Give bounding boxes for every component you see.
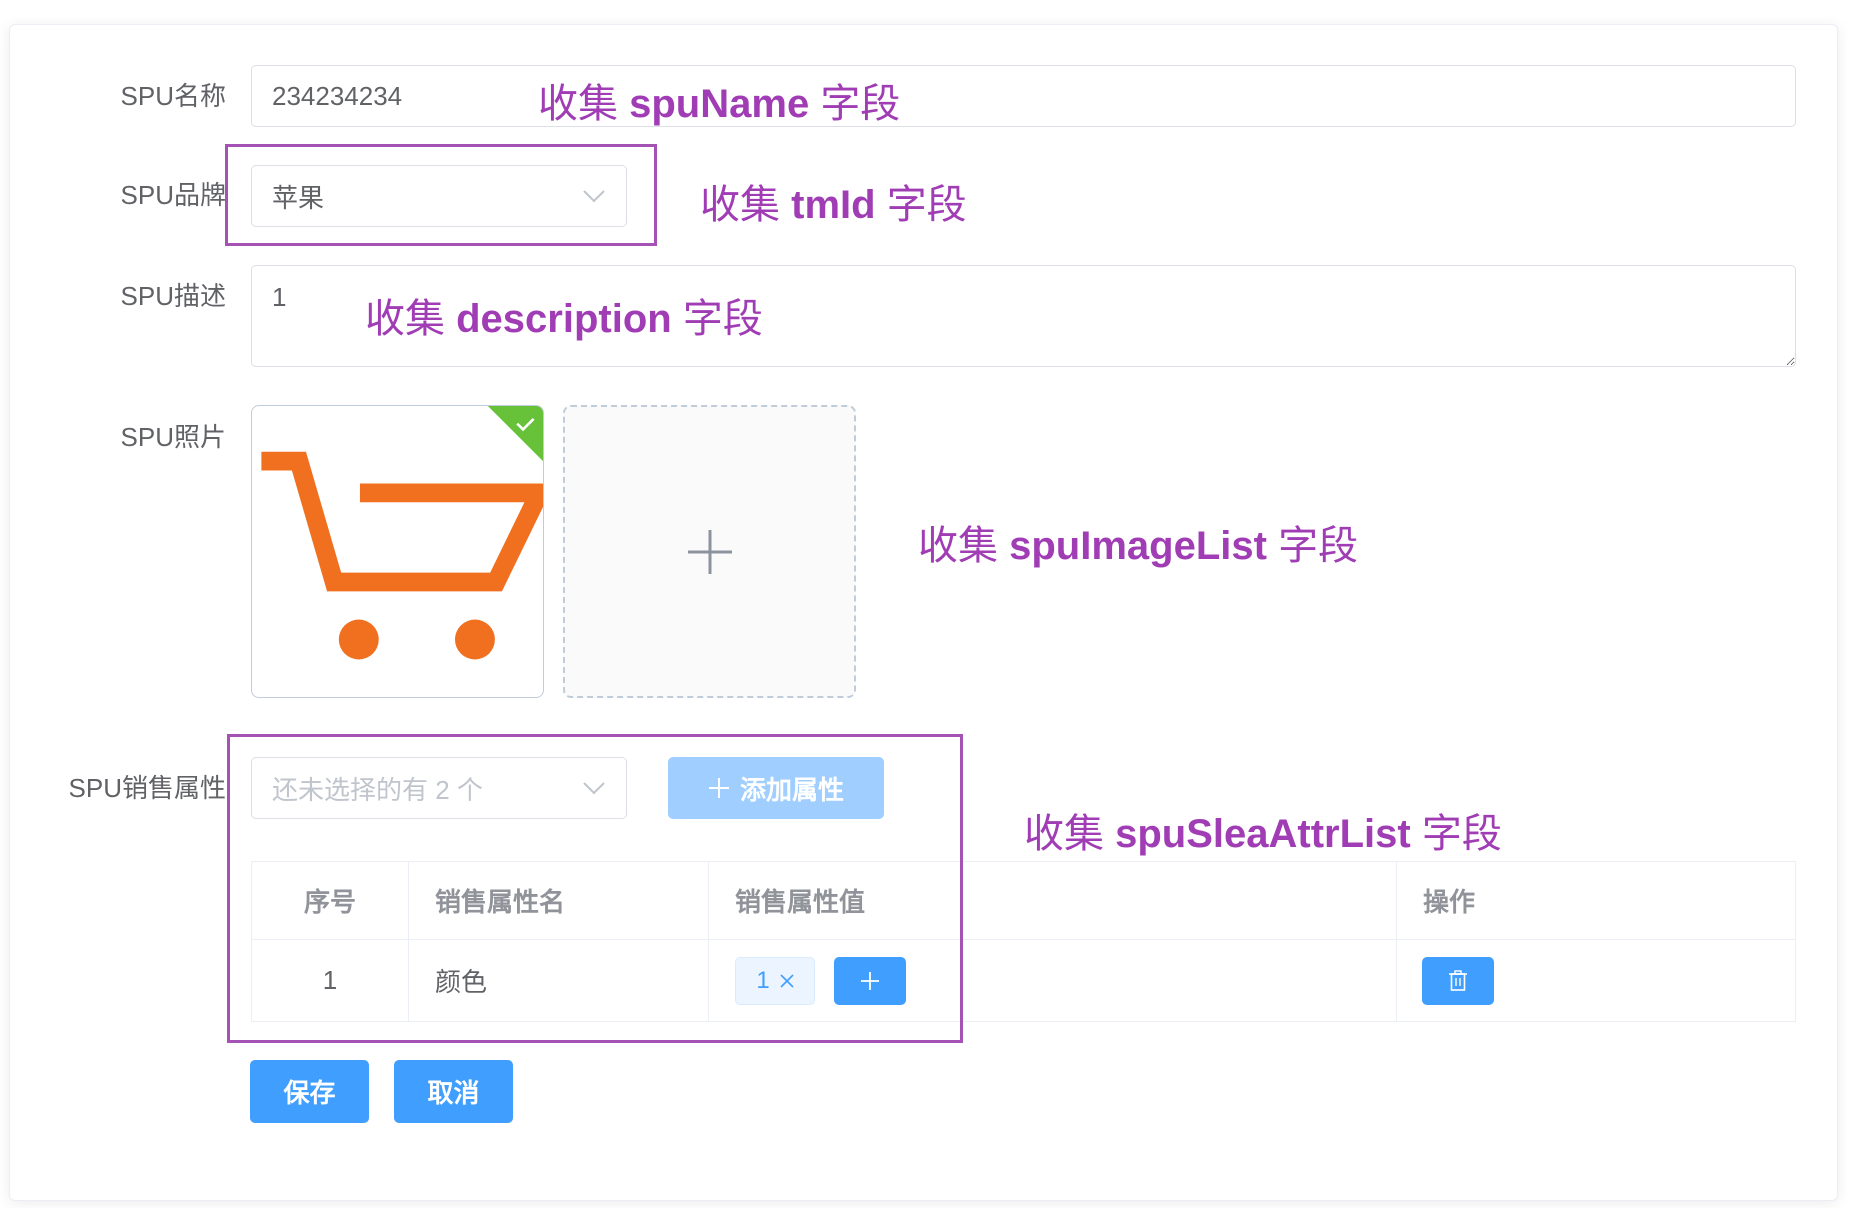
annotation-suffix: 字段 bbox=[820, 82, 901, 126]
annotation-prefix: 收集 bbox=[538, 82, 618, 126]
annotation-field: spuSleaAttrList bbox=[1115, 812, 1411, 856]
row-index: 1 bbox=[252, 940, 409, 1021]
annotation-suffix: 字段 bbox=[1278, 524, 1359, 568]
row-actions bbox=[1397, 940, 1795, 1021]
annotation-suffix: 字段 bbox=[682, 297, 763, 341]
uploaded-image-tile[interactable] bbox=[251, 405, 544, 698]
annotation-field: description bbox=[456, 297, 672, 341]
header-index: 序号 bbox=[252, 862, 409, 939]
annotation-spu-sale-attr-list: 收集 spuSleaAttrList 字段 bbox=[1024, 810, 1502, 858]
annotation-field: tmId bbox=[791, 183, 876, 227]
spu-brand-select[interactable]: 苹果 bbox=[251, 165, 627, 227]
sale-attr-select-placeholder: 还未选择的有 2 个 bbox=[272, 774, 483, 805]
spu-brand-value: 苹果 bbox=[272, 182, 325, 213]
add-attr-value-button[interactable] bbox=[834, 956, 906, 1005]
spu-sale-attrs-label: SPU销售属性 bbox=[68, 773, 226, 803]
annotation-suffix: 字段 bbox=[886, 183, 967, 227]
close-icon[interactable] bbox=[780, 973, 794, 988]
annotation-prefix: 收集 bbox=[365, 297, 445, 341]
sale-attr-table: 序号 销售属性名 销售属性值 操作 1 颜色 1 bbox=[251, 861, 1796, 1022]
upload-success-check-icon bbox=[487, 406, 543, 462]
annotation-field: spuName bbox=[629, 82, 810, 126]
chevron-down-icon bbox=[583, 782, 605, 795]
annotation-field: spuImageList bbox=[1009, 524, 1267, 568]
add-attribute-button[interactable]: 添加属性 bbox=[668, 757, 884, 819]
add-attribute-label: 添加属性 bbox=[739, 774, 844, 805]
header-attr-name: 销售属性名 bbox=[409, 862, 709, 939]
attr-value-tag-label: 1 bbox=[756, 966, 770, 994]
table-header-row: 序号 销售属性名 销售属性值 操作 bbox=[252, 862, 1795, 940]
image-upload-button[interactable] bbox=[563, 405, 856, 698]
annotation-prefix: 收集 bbox=[700, 183, 780, 227]
chevron-down-icon bbox=[583, 190, 605, 203]
row-attr-values: 1 bbox=[709, 940, 1397, 1021]
annotation-tm-id: 收集 tmId 字段 bbox=[700, 181, 967, 229]
annotation-suffix: 字段 bbox=[1421, 812, 1502, 856]
plus-icon bbox=[861, 971, 879, 990]
spu-brand-label: SPU品牌 bbox=[120, 180, 226, 210]
shopping-cart-image bbox=[261, 406, 543, 660]
header-attr-values: 销售属性值 bbox=[709, 862, 1397, 939]
spu-description-label: SPU描述 bbox=[120, 281, 226, 311]
annotation-prefix: 收集 bbox=[1024, 812, 1104, 856]
spu-name-label: SPU名称 bbox=[120, 81, 226, 111]
sale-attr-select[interactable]: 还未选择的有 2 个 bbox=[251, 757, 627, 819]
trash-icon bbox=[1449, 969, 1467, 991]
delete-attr-button[interactable] bbox=[1422, 956, 1494, 1005]
plus-icon bbox=[708, 778, 729, 798]
plus-icon bbox=[687, 529, 732, 574]
cancel-button[interactable]: 取消 bbox=[394, 1060, 513, 1123]
annotation-spu-image-list: 收集 spuImageList 字段 bbox=[918, 522, 1358, 570]
annotation-description: 收集 description 字段 bbox=[365, 295, 763, 343]
annotation-prefix: 收集 bbox=[918, 524, 998, 568]
save-button[interactable]: 保存 bbox=[250, 1060, 369, 1123]
table-row: 1 颜色 1 bbox=[252, 940, 1795, 1021]
row-attr-name: 颜色 bbox=[409, 940, 709, 1021]
spu-name-input[interactable] bbox=[251, 65, 1796, 127]
attr-value-tag: 1 bbox=[735, 956, 815, 1005]
header-actions: 操作 bbox=[1423, 887, 1476, 917]
spu-images-label: SPU照片 bbox=[120, 422, 226, 452]
annotation-spu-name: 收集 spuName 字段 bbox=[538, 80, 900, 128]
